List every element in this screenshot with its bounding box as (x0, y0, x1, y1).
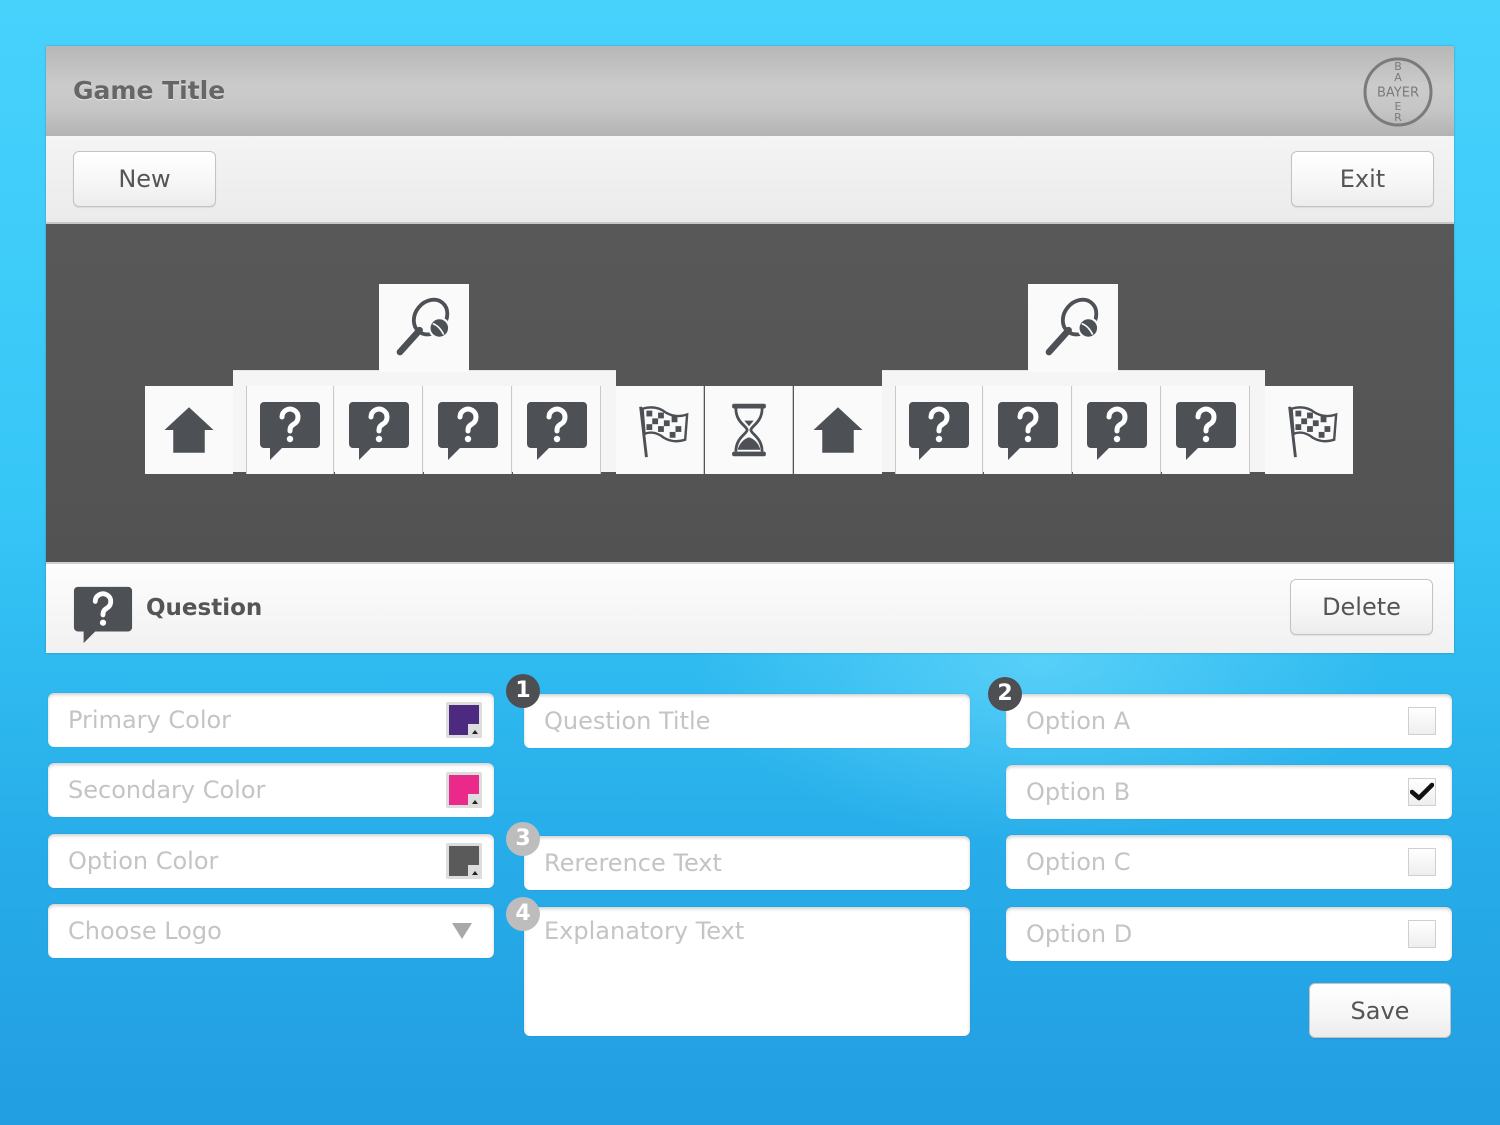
question-tile[interactable] (513, 386, 601, 474)
toolbar: New Exit (46, 136, 1454, 224)
secondary-color-placeholder: Secondary Color (68, 776, 266, 804)
svg-text:A: A (1394, 71, 1402, 84)
question-bubble-icon (347, 398, 411, 462)
home-icon (161, 402, 217, 458)
step-badge-2: 2 (988, 677, 1022, 711)
bayer-logo: BAYER B A E R (1363, 57, 1433, 127)
option-b-placeholder: Option B (1026, 778, 1131, 806)
question-bubble-icon (525, 398, 589, 462)
exit-button[interactable]: Exit (1291, 151, 1434, 207)
question-title-input[interactable]: Question Title (524, 694, 970, 748)
svg-text:R: R (1394, 111, 1402, 124)
option-c-placeholder: Option C (1026, 848, 1131, 876)
option-a-correct-checkbox[interactable] (1408, 707, 1436, 735)
option-color-placeholder: Option Color (68, 847, 219, 875)
explanatory-text-placeholder: Explanatory Text (544, 917, 745, 945)
checkered-flag-icon (629, 399, 691, 461)
question-tile[interactable] (335, 386, 423, 474)
reference-text-input[interactable]: Rererence Text (524, 836, 970, 890)
secondary-color-field[interactable]: Secondary Color (48, 763, 494, 817)
question-title-placeholder: Question Title (544, 707, 711, 735)
choose-logo-select[interactable]: Choose Logo (48, 904, 494, 958)
question-bubble-icon (1085, 398, 1149, 462)
question-bubble-icon (1174, 398, 1238, 462)
step-badge-4: 4 (506, 897, 540, 931)
start-tile[interactable] (794, 386, 882, 474)
primary-color-placeholder: Primary Color (68, 706, 232, 734)
question-tile[interactable] (246, 386, 334, 474)
game-board (46, 224, 1454, 564)
new-button[interactable]: New (73, 151, 216, 207)
step-badge-1: 1 (506, 674, 540, 708)
option-c-correct-checkbox[interactable] (1408, 848, 1436, 876)
question-bubble-icon (258, 398, 322, 462)
category-tile[interactable] (1028, 284, 1118, 372)
step-badge-3: 3 (506, 822, 540, 856)
question-tile[interactable] (1073, 386, 1161, 474)
logo-horizontal-text: BAYER (1377, 86, 1419, 101)
question-bubble-icon (436, 398, 500, 462)
category-tile[interactable] (379, 284, 469, 372)
option-b-correct-checkbox[interactable] (1408, 778, 1436, 806)
question-bubble-icon (996, 398, 1060, 462)
timer-tile[interactable] (705, 386, 793, 474)
home-icon (810, 402, 866, 458)
option-color-field[interactable]: Option Color (48, 834, 494, 888)
question-tile[interactable] (1162, 386, 1250, 474)
save-button[interactable]: Save (1309, 983, 1451, 1038)
secondary-color-swatch (449, 775, 482, 808)
option-c-input[interactable]: Option C (1006, 835, 1452, 889)
finish-tile[interactable] (1265, 386, 1353, 474)
tennis-racket-icon (1038, 293, 1108, 363)
question-bubble-icon (907, 398, 971, 462)
option-d-placeholder: Option D (1026, 920, 1133, 948)
checkmark-icon (1410, 782, 1434, 801)
start-tile[interactable] (145, 386, 233, 474)
title-bar: Game Title BAYER B A E R (46, 46, 1454, 136)
option-color-picker[interactable] (446, 843, 482, 879)
delete-button[interactable]: Delete (1290, 579, 1433, 635)
hourglass-icon (719, 400, 779, 460)
secondary-color-picker[interactable] (446, 772, 482, 808)
checkered-flag-icon (1278, 399, 1340, 461)
option-d-input[interactable]: Option D (1006, 907, 1452, 961)
selected-tile-bar: Question Delete (46, 564, 1454, 653)
question-bubble-icon (72, 583, 134, 645)
option-a-placeholder: Option A (1026, 707, 1131, 735)
reference-text-placeholder: Rererence Text (544, 849, 722, 877)
game-editor-panel: Game Title BAYER B A E R New Exit Questi… (46, 46, 1454, 653)
option-b-input[interactable]: Option B (1006, 765, 1452, 819)
picker-arrow-icon (468, 794, 482, 808)
option-color-swatch (449, 846, 482, 879)
selected-tile-label: Question (146, 595, 263, 621)
picker-arrow-icon (468, 865, 482, 879)
primary-color-field[interactable]: Primary Color (48, 693, 494, 747)
option-a-input[interactable]: Option A (1006, 694, 1452, 748)
choose-logo-placeholder: Choose Logo (68, 917, 222, 945)
picker-arrow-icon (468, 724, 482, 738)
finish-tile[interactable] (616, 386, 704, 474)
question-tile[interactable] (984, 386, 1072, 474)
dropdown-arrow-icon[interactable] (452, 923, 472, 939)
question-tile[interactable] (895, 386, 983, 474)
explanatory-text-textarea[interactable]: Explanatory Text (524, 907, 970, 1036)
tennis-racket-icon (389, 293, 459, 363)
primary-color-picker[interactable] (446, 702, 482, 738)
primary-color-swatch (449, 705, 482, 738)
game-title: Game Title (73, 76, 226, 105)
question-tile[interactable] (424, 386, 512, 474)
option-d-correct-checkbox[interactable] (1408, 920, 1436, 948)
